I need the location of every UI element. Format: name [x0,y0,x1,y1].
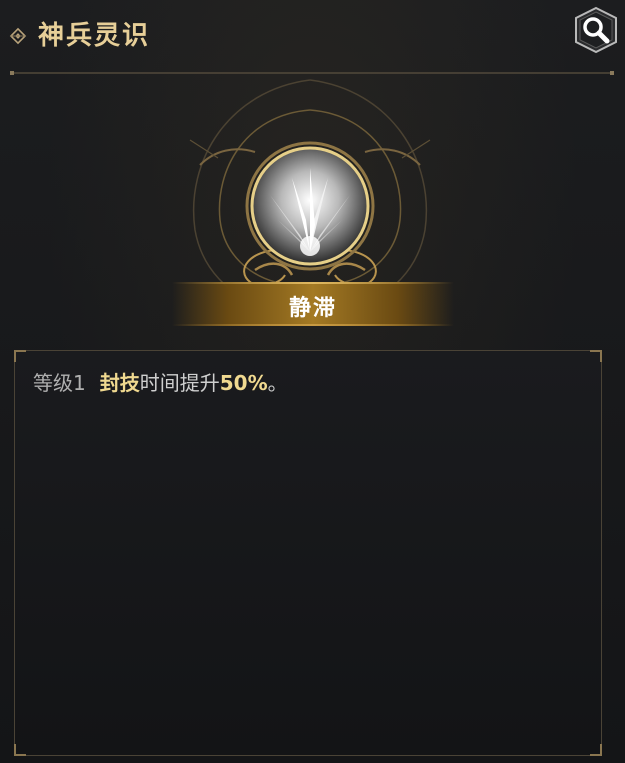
header: 神兵灵识 [0,0,625,75]
effect-text: 时间提升 [139,371,220,395]
effect-suffix: 。 [267,371,288,395]
panel-corner [590,744,602,756]
description-panel: 等级1 封技时间提升50%。 [14,350,602,756]
magnifier-icon[interactable] [572,6,620,54]
panel-corner [14,350,26,362]
effect-keyword: 封技 [99,371,140,395]
description-line: 等级1 封技时间提升50%。 [33,369,288,397]
effect-value: 50% [219,371,268,395]
skill-name-banner: 静滞 [172,282,454,326]
level-label: 等级1 [33,371,86,395]
page-title: 神兵灵识 [38,21,151,51]
panel-corner [14,744,26,756]
panel-corner [590,350,602,362]
skill-name: 静滞 [288,296,337,321]
ornament-diamond-icon [9,27,27,45]
